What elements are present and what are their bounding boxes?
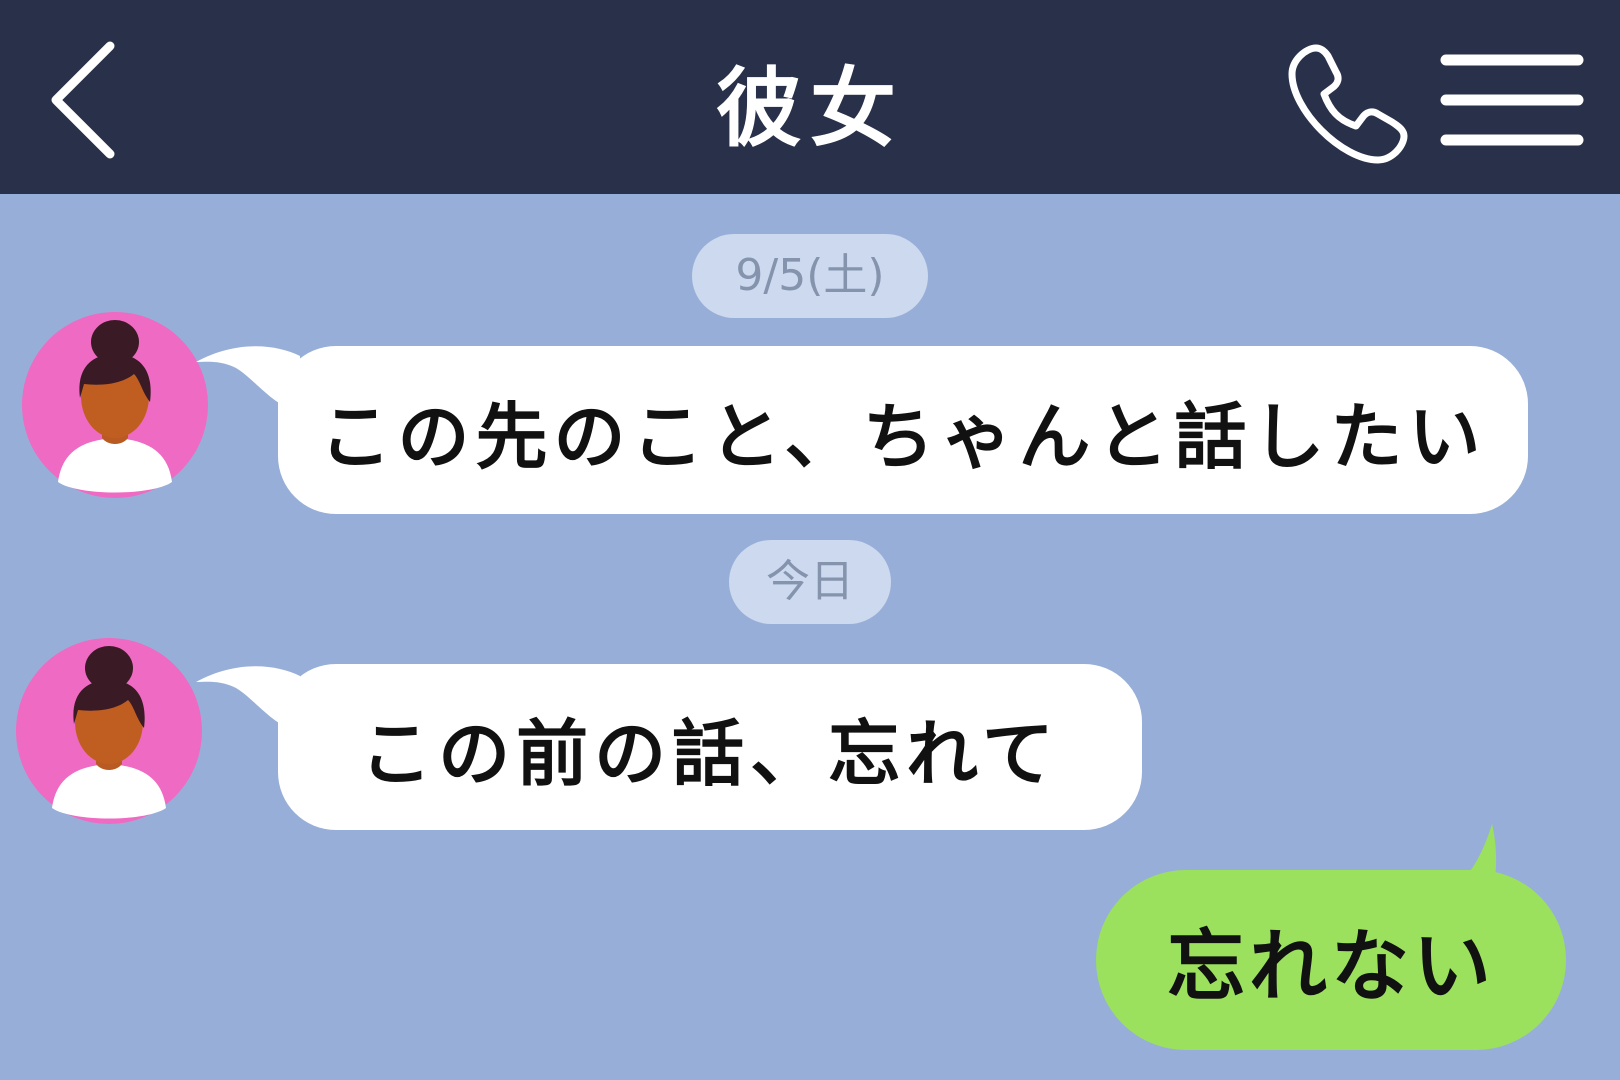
date-separator: 9/5(土)	[692, 234, 928, 318]
phone-icon	[1288, 44, 1408, 164]
hamburger-menu-icon	[1440, 54, 1584, 146]
contact-avatar[interactable]	[22, 312, 208, 498]
menu-button[interactable]	[1440, 52, 1584, 148]
message-bubble-incoming[interactable]: この前の話、忘れて	[278, 664, 1142, 830]
call-button[interactable]	[1286, 40, 1412, 166]
message-bubble-incoming[interactable]: この先のこと、ちゃんと話したい	[278, 346, 1528, 514]
chat-header: 彼女	[0, 0, 1620, 194]
message-bubble-outgoing[interactable]: 忘れない	[1096, 870, 1566, 1050]
date-separator: 今日	[729, 540, 891, 624]
contact-avatar[interactable]	[16, 638, 202, 824]
